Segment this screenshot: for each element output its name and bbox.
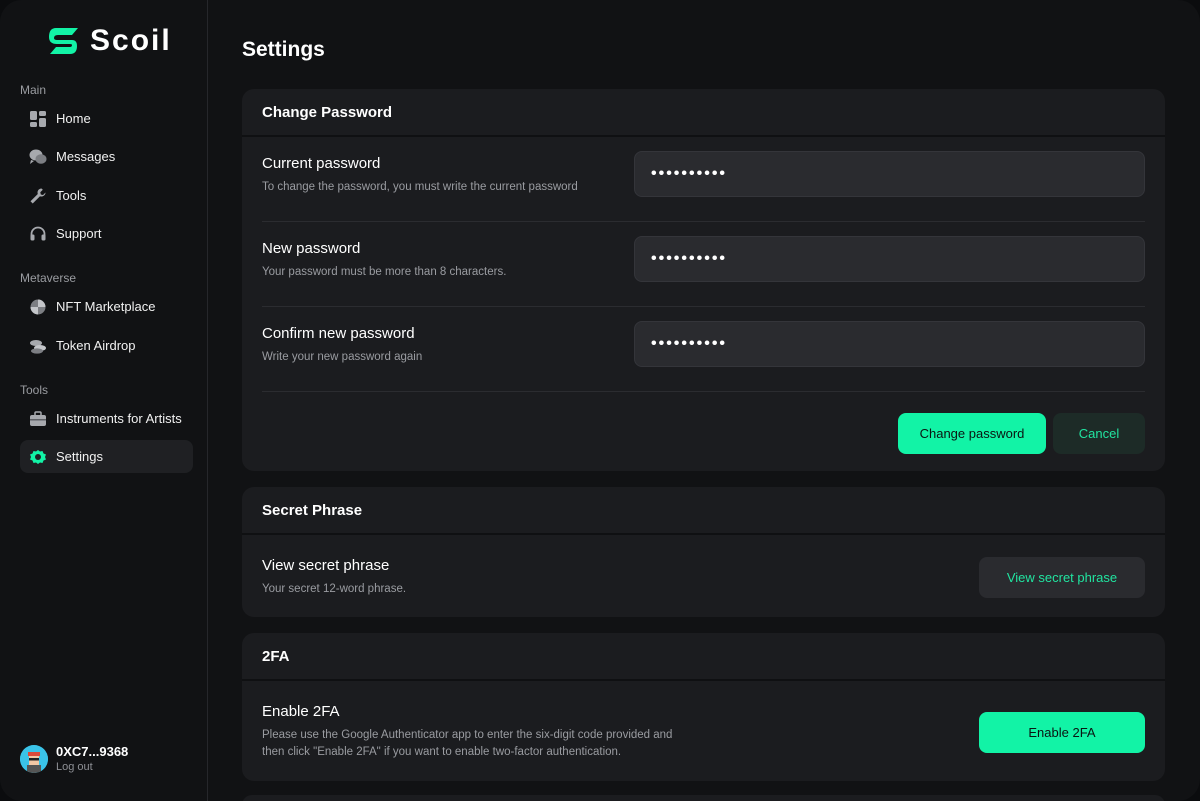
sidebar-item-label: Messages: [56, 149, 116, 164]
sidebar-item-label: Token Airdrop: [56, 338, 136, 353]
page-title: Settings: [242, 38, 325, 61]
confirm-password-row: Confirm new password Write your new pass…: [262, 307, 1145, 392]
row-description-line-1: Please use the Google Authenticator app …: [262, 729, 673, 741]
sidebar-item-home[interactable]: Home: [20, 102, 193, 135]
chat-icon: [29, 148, 47, 166]
row-description: To change the password, you must write t…: [262, 181, 578, 193]
coins-icon: [29, 337, 47, 355]
view-secret-phrase-button[interactable]: View secret phrase: [979, 557, 1145, 598]
sidebar-item-label: Support: [56, 226, 102, 241]
row-description: Your password must be more than 8 charac…: [262, 266, 507, 278]
section-label-main: Main: [20, 83, 47, 97]
main-content: Settings Change Password Current passwor…: [208, 0, 1200, 801]
row-title: Enable 2FA: [262, 703, 340, 720]
sidebar-item-tools[interactable]: Tools: [20, 179, 193, 212]
row-description: Your secret 12-word phrase.: [262, 583, 407, 595]
row-title: Current password: [262, 155, 381, 172]
confirm-password-input[interactable]: ••••••••••: [634, 321, 1145, 367]
card-header: Secret Phrase: [242, 487, 1165, 535]
gear-icon: [29, 448, 47, 466]
headset-icon: [29, 225, 47, 243]
grid-icon: [29, 110, 47, 128]
row-description: Write your new password again: [262, 351, 423, 363]
change-password-button[interactable]: Change password: [898, 413, 1046, 454]
user-info: 0XC7...9368 Log out: [56, 744, 128, 773]
logo-icon: [49, 28, 78, 54]
brand-name: Scoil: [90, 24, 172, 57]
toolbox-icon: [29, 410, 47, 428]
row-title: Confirm new password: [262, 325, 415, 342]
sidebar-item-label: NFT Marketplace: [56, 299, 156, 314]
enable-twofa-button[interactable]: Enable 2FA: [979, 712, 1145, 753]
logout-link[interactable]: Log out: [56, 761, 128, 773]
app-window: Scoil Main Home Messages Tools Support M…: [0, 0, 1200, 801]
cancel-button[interactable]: Cancel: [1053, 413, 1145, 454]
current-password-row: Current password To change the password,…: [262, 137, 1145, 222]
sidebar-item-label: Tools: [56, 188, 87, 203]
row-title: New password: [262, 240, 361, 257]
wrench-icon: [29, 187, 47, 205]
sidebar-item-label: Home: [56, 111, 91, 126]
sidebar-item-instruments-for-artists[interactable]: Instruments for Artists: [20, 402, 193, 435]
card-header: 2FA: [242, 633, 1165, 681]
row-description-line-2: then click "Enable 2FA" if you want to e…: [262, 746, 622, 758]
new-password-input[interactable]: ••••••••••: [634, 236, 1145, 282]
sidebar-item-label: Instruments for Artists: [56, 411, 182, 426]
current-password-input[interactable]: ••••••••••: [634, 151, 1145, 197]
card-header: Change Password: [242, 89, 1165, 137]
wallet-address: 0XC7...9368: [56, 744, 129, 759]
sidebar-item-label: Settings: [56, 449, 103, 464]
sidebar-item-messages[interactable]: Messages: [20, 140, 193, 173]
brand-logo[interactable]: Scoil: [46, 24, 172, 58]
user-profile[interactable]: 0XC7...9368 Log out: [20, 744, 128, 773]
avatar: [20, 744, 48, 773]
sidebar-item-settings[interactable]: Settings: [20, 440, 193, 473]
next-card-peek: [242, 795, 1165, 801]
section-label-tools: Tools: [20, 383, 49, 397]
sidebar-item-nft-marketplace[interactable]: NFT Marketplace: [20, 290, 193, 323]
sidebar-item-token-airdrop[interactable]: Token Airdrop: [20, 329, 193, 362]
sidebar: Scoil Main Home Messages Tools Support M…: [0, 0, 208, 801]
twofa-card: 2FA Enable 2FA Please use the Google Aut…: [242, 633, 1165, 781]
secret-phrase-card: Secret Phrase View secret phrase Your se…: [242, 487, 1165, 617]
change-password-card: Change Password Current password To chan…: [242, 89, 1165, 471]
row-title: View secret phrase: [262, 557, 390, 574]
new-password-row: New password Your password must be more …: [262, 222, 1145, 307]
section-label-metaverse: Metaverse: [20, 271, 77, 285]
sidebar-item-support[interactable]: Support: [20, 217, 193, 250]
marketplace-icon: [29, 298, 47, 316]
